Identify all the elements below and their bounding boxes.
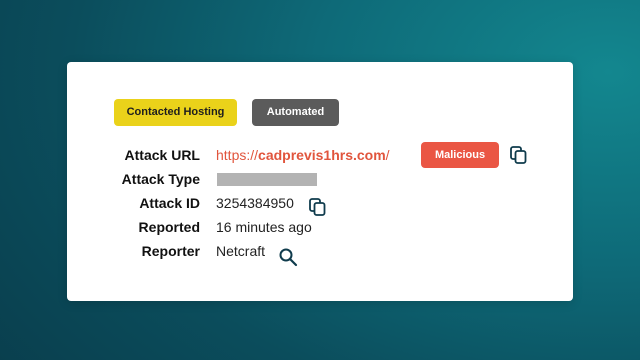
reported-label: Reported	[138, 219, 200, 235]
attack-url-link[interactable]: https://cadprevis1hrs.com/	[216, 147, 390, 163]
attack-id-value: 3254384950	[216, 195, 294, 211]
copy-icon[interactable]	[308, 197, 328, 217]
reported-value: 16 minutes ago	[216, 219, 312, 235]
malicious-badge: Malicious	[421, 142, 499, 168]
reporter-label: Reporter	[141, 243, 200, 259]
automated-tag: Automated	[252, 99, 339, 126]
attack-type-label: Attack Type	[121, 171, 200, 187]
contacted-hosting-tag: Contacted Hosting	[114, 99, 237, 126]
attack-url-prefix: https://	[216, 147, 259, 163]
attack-type-redacted-value	[217, 173, 317, 186]
copy-icon[interactable]	[509, 145, 529, 165]
search-icon[interactable]	[278, 247, 298, 267]
attack-detail-card: Contacted Hosting Automated Attack URL h…	[67, 62, 573, 301]
attack-url-domain: cadprevis1hrs.com	[258, 147, 386, 163]
reporter-value: Netcraft	[216, 243, 266, 259]
attack-id-label: Attack ID	[139, 195, 200, 211]
attack-url-label: Attack URL	[124, 147, 200, 163]
attack-url-suffix: /	[385, 147, 390, 163]
